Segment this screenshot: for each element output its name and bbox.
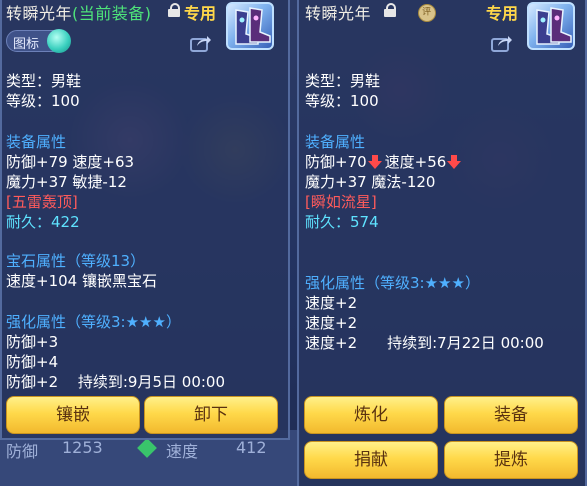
icon-toggle-button[interactable]: 图标: [6, 29, 71, 53]
left-equip-line-1: 防御+79 速度+63: [6, 153, 135, 171]
equip-button[interactable]: 装备: [444, 396, 578, 434]
left-enhance-line-3: 防御+2 持续到:9月5日 00:00: [6, 373, 226, 391]
right-durability: 耐久：574: [305, 213, 379, 231]
right-equip-line-2: 魔力+37 魔法-120: [305, 173, 436, 191]
left-enhance-line-1: 防御+3: [6, 333, 59, 351]
left-special-tag: 专用: [184, 4, 217, 23]
right-equip-line-1: 防御+70 速度+56: [305, 151, 462, 172]
right-speed-value: 速度+56: [384, 153, 447, 171]
left-enhance-line-2: 防御+4: [6, 353, 59, 371]
right-effect: [瞬如流星]: [305, 193, 377, 211]
left-effect: [五雷轰顶]: [6, 193, 78, 211]
unequip-button[interactable]: 卸下: [144, 396, 278, 434]
gem-attr-line: 速度+104 镶嵌黑宝石: [6, 272, 157, 290]
lock-icon[interactable]: [168, 3, 180, 17]
right-level-line: 等级：100: [305, 92, 379, 110]
lock-icon[interactable]: [384, 3, 396, 17]
refine-button[interactable]: 炼化: [304, 396, 438, 434]
right-defense-value: 防御+70: [305, 153, 367, 171]
right-enhance-line-2: 速度+2: [305, 314, 358, 332]
share-icon[interactable]: [190, 34, 212, 52]
right-item-title: 转瞬光年: [305, 4, 372, 23]
left-enhance-header: 强化属性（等级3:★★★）: [6, 313, 181, 331]
gem-attr-header: 宝石属性（等级13）: [6, 252, 146, 270]
background-stat-value-a: 1253: [62, 438, 103, 457]
right-equip-attr-header: 装备属性: [305, 133, 366, 151]
extract-button[interactable]: 提炼: [444, 441, 578, 479]
down-arrow-icon: [447, 155, 462, 169]
current-equipped-tag: (当前装备): [72, 4, 152, 23]
left-level-line: 等级：100: [6, 92, 80, 110]
right-enhance-line-3: 速度+2 持续到:7月22日 00:00: [305, 334, 544, 352]
boots-item-icon: [226, 2, 274, 50]
boots-item-icon: [527, 2, 575, 50]
background-stat-label-a: 防御: [6, 442, 39, 461]
right-enhance-header: 强化属性（等级3:★★★）: [305, 274, 480, 292]
right-type-line: 类型：男鞋: [305, 72, 381, 90]
share-icon[interactable]: [491, 34, 513, 52]
icon-toggle-label: 图标: [13, 37, 40, 52]
background-stat-label-b: 速度: [166, 442, 199, 461]
down-arrow-icon: [367, 155, 382, 169]
orb-icon: [47, 29, 71, 53]
inlay-button[interactable]: 镶嵌: [6, 396, 140, 434]
right-special-tag: 专用: [486, 4, 519, 23]
left-durability: 耐久：422: [6, 213, 80, 231]
right-enhance-line-1: 速度+2: [305, 294, 358, 312]
left-type-line: 类型：男鞋: [6, 72, 82, 90]
background-stat-value-b: 412: [236, 438, 267, 457]
left-equip-attr-header: 装备属性: [6, 133, 67, 151]
left-equip-line-2: 魔力+37 敏捷-12: [6, 173, 127, 191]
donate-button[interactable]: 捐献: [304, 441, 438, 479]
left-item-title: 转瞬光年(当前装备): [6, 4, 152, 23]
